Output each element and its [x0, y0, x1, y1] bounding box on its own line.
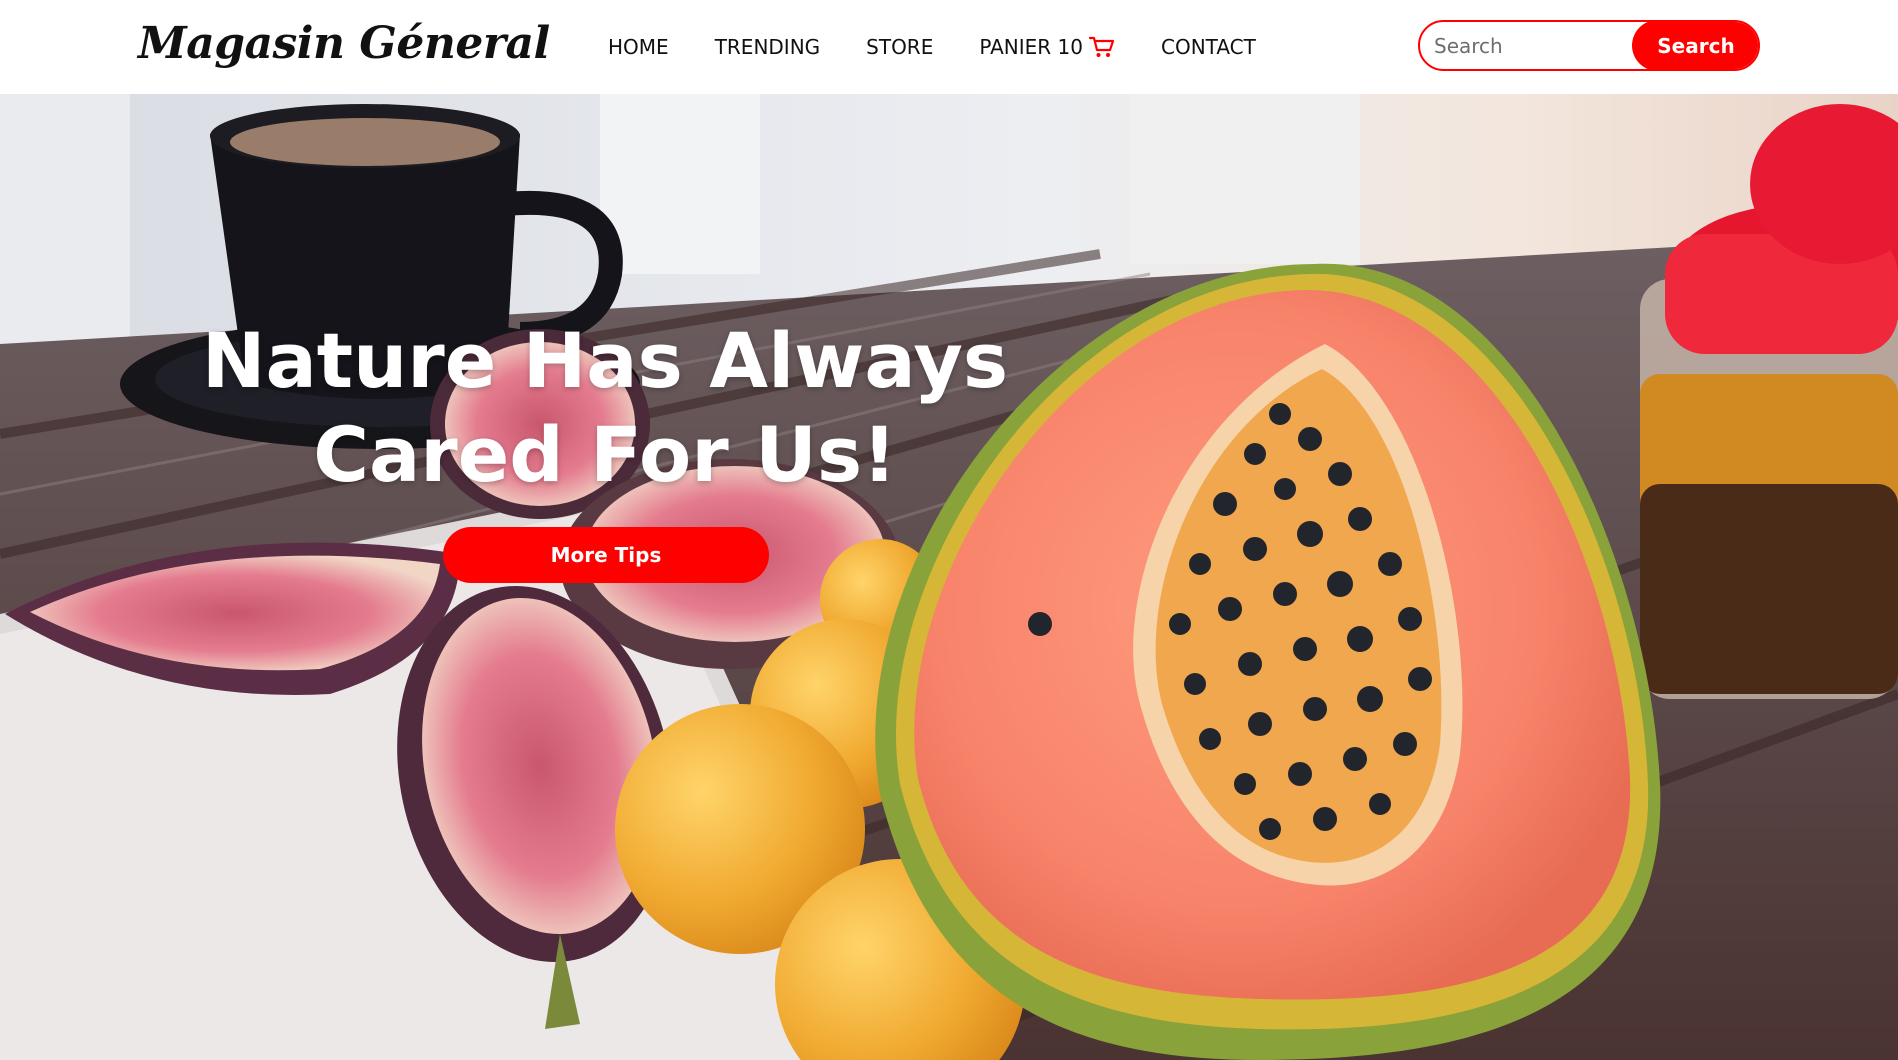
nav-link-store[interactable]: STORE: [866, 35, 933, 59]
nav-link-cart-label: PANIER 10: [979, 35, 1084, 59]
nav-link-home[interactable]: HOME: [608, 35, 669, 59]
search-button[interactable]: Search: [1632, 22, 1758, 69]
hero-background-image: [0, 94, 1898, 1060]
more-tips-button[interactable]: More Tips: [443, 527, 769, 583]
site-logo[interactable]: Magasin Géneral: [138, 18, 550, 69]
search-form: Search: [1418, 20, 1760, 71]
main-nav: HOME TRENDING STORE PANIER 10 CONTACT: [608, 32, 1256, 62]
nav-link-trending[interactable]: TRENDING: [715, 35, 820, 59]
hero-title-line-1: Nature Has Always: [201, 316, 1009, 405]
hero-title: Nature Has Always Cared For Us!: [160, 314, 1050, 502]
hero-title-line-2: Cared For Us!: [313, 410, 897, 499]
site-header: Magasin Géneral HOME TRENDING STORE PANI…: [0, 0, 1898, 94]
search-input[interactable]: [1432, 22, 1632, 69]
nav-link-cart[interactable]: PANIER 10: [979, 35, 1115, 59]
nav-link-contact[interactable]: CONTACT: [1161, 35, 1256, 59]
shopping-cart-icon: [1089, 35, 1115, 59]
hero-section: Nature Has Always Cared For Us! More Tip…: [0, 94, 1898, 1060]
